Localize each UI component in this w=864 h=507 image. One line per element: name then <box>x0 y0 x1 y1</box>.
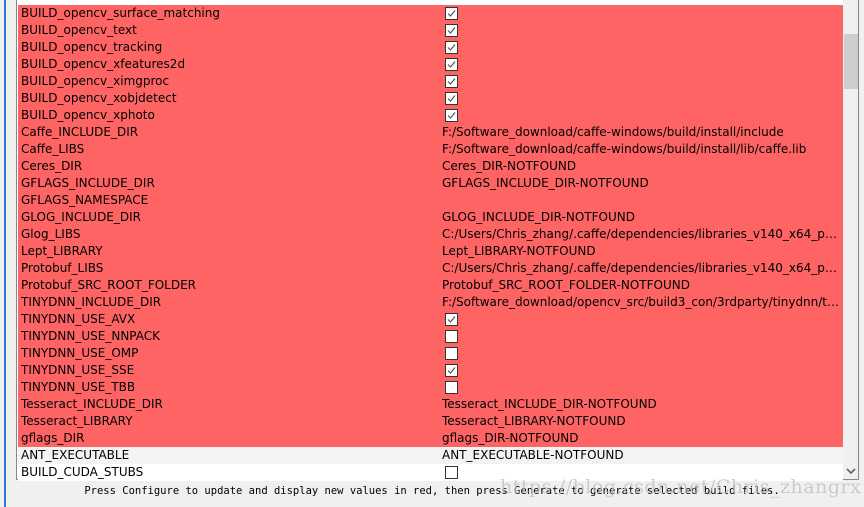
variable-name: Caffe_LIBS <box>21 142 85 156</box>
variable-name: BUILD_opencv_xphoto <box>21 108 155 122</box>
variable-value[interactable]: GFLAGS_INCLUDE_DIR-NOTFOUND <box>442 175 840 192</box>
variable-value[interactable]: C:/Users/Chris_zhang/.caffe/dependencies… <box>442 226 840 243</box>
variable-name: GFLAGS_INCLUDE_DIR <box>21 176 155 190</box>
variable-name: BUILD_opencv_xfeatures2d <box>21 57 186 71</box>
checkbox-checked[interactable] <box>445 364 458 377</box>
checkmark-icon <box>447 78 456 85</box>
table-row[interactable]: Caffe_LIBS F:/Software_download/caffe-win… <box>18 141 843 158</box>
variable-value[interactable]: Tesseract_INCLUDE_DIR-NOTFOUND <box>442 396 840 413</box>
table-row[interactable]: Protobuf_LIBS C:/Users/Chris_zhang/.caffe… <box>18 260 843 277</box>
checkbox-checked[interactable] <box>445 92 458 105</box>
variable-name: ANT_EXECUTABLE <box>21 448 130 462</box>
table-row[interactable]: Lept_LIBRARY Lept_LIBRARY-NOTFOUND <box>18 243 843 260</box>
variable-name: TINYDNN_USE_NNPACK <box>21 329 161 343</box>
table-row[interactable]: Tesseract_LIBRARY Tesseract_LIBRARY-NOTFO… <box>18 413 843 430</box>
variable-value[interactable]: GLOG_INCLUDE_DIR-NOTFOUND <box>442 209 840 226</box>
table-row[interactable]: BUILD_opencv_tracking <box>18 39 843 56</box>
table-row[interactable]: Protobuf_SRC_ROOT_FOLDER Protobuf_SRC_ROO… <box>18 277 843 294</box>
table-row[interactable]: BUILD_opencv_xobjdetect <box>18 90 843 107</box>
scrollbar-thumb[interactable] <box>844 34 858 89</box>
table-row[interactable]: BUILD_opencv_surface_matching <box>18 5 843 22</box>
variable-name: Caffe_INCLUDE_DIR <box>21 125 139 139</box>
variable-name: TINYDNN_USE_TBB <box>21 380 136 394</box>
variable-name: BUILD_opencv_tracking <box>21 40 163 54</box>
table-row[interactable]: ANT_EXECUTABLE ANT_EXECUTABLE-NOTFOUND <box>18 447 843 464</box>
variable-value[interactable]: Protobuf_SRC_ROOT_FOLDER-NOTFOUND <box>442 277 840 294</box>
checkbox-unchecked[interactable] <box>445 347 458 360</box>
watermark: https://blog.csdn.net/Chris_zhangrx <box>500 476 862 498</box>
table-row[interactable]: GFLAGS_INCLUDE_DIR GFLAGS_INCLUDE_DIR-NOT… <box>18 175 843 192</box>
variable-name: Glog_LIBS <box>21 227 81 241</box>
table-row[interactable]: BUILD_opencv_xphoto <box>18 107 843 124</box>
checkbox-checked[interactable] <box>445 24 458 37</box>
variable-value[interactable]: Tesseract_LIBRARY-NOTFOUND <box>442 413 840 430</box>
checkbox-checked[interactable] <box>445 7 458 20</box>
table-row[interactable]: TINYDNN_USE_OMP <box>18 345 843 362</box>
scroll-down-arrow-icon[interactable] <box>845 462 857 475</box>
variable-value[interactable]: Lept_LIBRARY-NOTFOUND <box>442 243 840 260</box>
checkmark-icon <box>447 112 456 119</box>
variable-name: Protobuf_LIBS <box>21 261 104 275</box>
table-row[interactable]: BUILD_opencv_ximgproc <box>18 73 843 90</box>
checkbox-unchecked[interactable] <box>445 466 458 479</box>
table-row[interactable]: Glog_LIBS C:/Users/Chris_zhang/.caffe/dep… <box>18 226 843 243</box>
cache-variables-table: BUILD_opencv_surface_matching BUILD_openc… <box>16 0 859 481</box>
checkmark-icon <box>447 44 456 51</box>
checkbox-unchecked[interactable] <box>445 381 458 394</box>
table-row[interactable]: gflags_DIR gflags_DIR-NOTFOUND <box>18 430 843 447</box>
table-row[interactable]: Tesseract_INCLUDE_DIR Tesseract_INCLUDE_D… <box>18 396 843 413</box>
checkbox-checked[interactable] <box>445 75 458 88</box>
checkmark-icon <box>447 61 456 68</box>
table-rows: BUILD_opencv_surface_matching BUILD_openc… <box>18 5 843 481</box>
checkbox-checked[interactable] <box>445 109 458 122</box>
table-row[interactable]: TINYDNN_USE_AVX <box>18 311 843 328</box>
checkbox-unchecked[interactable] <box>445 330 458 343</box>
variable-value[interactable]: F:/Software_download/opencv_src/build3_c… <box>442 294 840 311</box>
window-edge-accent <box>4 0 6 507</box>
variable-name: TINYDNN_USE_SSE <box>21 363 135 377</box>
variable-name: BUILD_opencv_surface_matching <box>21 6 220 20</box>
table-row[interactable]: TINYDNN_USE_TBB <box>18 379 843 396</box>
table-row[interactable]: GLOG_INCLUDE_DIR GLOG_INCLUDE_DIR-NOTFOUN… <box>18 209 843 226</box>
vertical-scrollbar[interactable] <box>843 0 858 479</box>
variable-value[interactable]: F:/Software_download/caffe-windows/build… <box>442 141 840 158</box>
variable-name: BUILD_opencv_xobjdetect <box>21 91 177 105</box>
checkmark-icon <box>447 10 456 17</box>
variable-value[interactable]: Ceres_DIR-NOTFOUND <box>442 158 840 175</box>
variable-name: GLOG_INCLUDE_DIR <box>21 210 142 224</box>
table-row[interactable]: GFLAGS_NAMESPACE <box>18 192 843 209</box>
table-row[interactable]: BUILD_opencv_xfeatures2d <box>18 56 843 73</box>
checkmark-icon <box>447 27 456 34</box>
table-row[interactable]: Ceres_DIR Ceres_DIR-NOTFOUND <box>18 158 843 175</box>
checkbox-checked[interactable] <box>445 58 458 71</box>
variable-value[interactable]: F:/Software_download/caffe-windows/build… <box>442 124 840 141</box>
variable-name: BUILD_opencv_text <box>21 23 137 37</box>
table-row[interactable]: TINYDNN_INCLUDE_DIR F:/Software_download/… <box>18 294 843 311</box>
variable-name: Tesseract_LIBRARY <box>21 414 133 428</box>
variable-name: gflags_DIR <box>21 431 85 445</box>
variable-name: Tesseract_INCLUDE_DIR <box>21 397 163 411</box>
checkmark-icon <box>447 95 456 102</box>
variable-name: TINYDNN_USE_AVX <box>21 312 136 326</box>
table-row[interactable]: Caffe_INCLUDE_DIR F:/Software_download/ca… <box>18 124 843 141</box>
variable-name: TINYDNN_INCLUDE_DIR <box>21 295 162 309</box>
variable-name: GFLAGS_NAMESPACE <box>21 193 149 207</box>
variable-value[interactable]: gflags_DIR-NOTFOUND <box>442 430 840 447</box>
variable-name: BUILD_opencv_ximgproc <box>21 74 170 88</box>
table-row[interactable]: BUILD_opencv_text <box>18 22 843 39</box>
variable-name: TINYDNN_USE_OMP <box>21 346 139 360</box>
checkmark-icon <box>447 367 456 374</box>
variable-name: Protobuf_SRC_ROOT_FOLDER <box>21 278 197 292</box>
variable-value[interactable]: C:/Users/Chris_zhang/.caffe/dependencies… <box>442 260 840 277</box>
table-row[interactable]: TINYDNN_USE_SSE <box>18 362 843 379</box>
checkbox-checked[interactable] <box>445 313 458 326</box>
variable-name: Ceres_DIR <box>21 159 83 173</box>
variable-name: Lept_LIBRARY <box>21 244 103 258</box>
table-row[interactable]: TINYDNN_USE_NNPACK <box>18 328 843 345</box>
checkbox-checked[interactable] <box>445 41 458 54</box>
checkmark-icon <box>447 316 456 323</box>
variable-name: BUILD_CUDA_STUBS <box>21 465 144 479</box>
variable-value[interactable]: ANT_EXECUTABLE-NOTFOUND <box>442 447 840 464</box>
